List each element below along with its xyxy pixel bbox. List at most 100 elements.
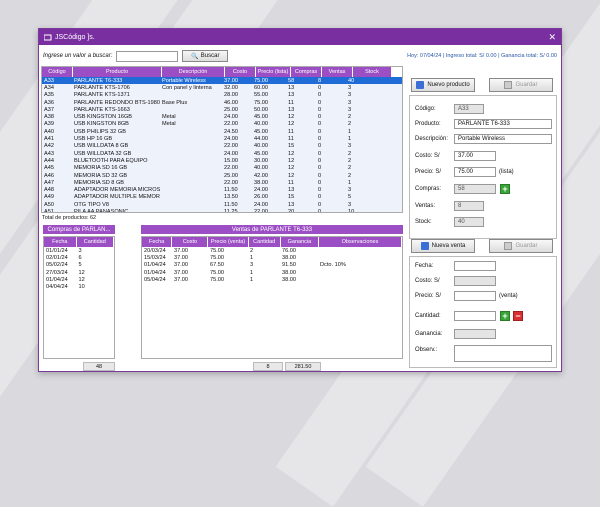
table-row[interactable]: A42 USB WILLDATA 8 GB 22.00 40.00 15 0 3 — [42, 143, 402, 150]
table-row[interactable]: A41 USB HP 16 GB 24.00 44.00 11 0 1 — [42, 135, 402, 142]
sales-table[interactable]: Fecha Costo Precio (venta) Cantidad Ganancia… — [141, 236, 403, 359]
table-cell: A40 — [44, 128, 54, 135]
table-row[interactable]: A46 MEMORIA SD 32 GB 25.00 42.00 12 0 2 — [42, 172, 402, 179]
table-row[interactable]: A36 PARLANTE REDONDO BTS-1980 Base Plus 46.… — [42, 99, 402, 106]
table-cell: 1 — [348, 136, 352, 143]
table-row[interactable]: 05/02/24 5 — [44, 262, 114, 269]
qty-decrease-button[interactable]: − — [513, 311, 523, 321]
column-header[interactable]: Observaciones — [318, 237, 402, 247]
table-cell: A34 — [44, 84, 54, 91]
search-input[interactable] — [116, 50, 179, 62]
table-cell: 0 — [318, 179, 322, 186]
table-row[interactable]: A33 PARLANTE T6-333 Portable Wireless 37.00… — [42, 77, 402, 85]
table-row[interactable]: 15/03/24 37.00 75.00 1 38.00 — [142, 254, 402, 261]
table-row[interactable]: 01/04/24 37.00 75.00 1 38.00 — [142, 269, 402, 276]
sale-qty-field[interactable] — [454, 311, 496, 321]
description-field[interactable]: Portable Wireless — [454, 134, 552, 144]
column-header[interactable]: Costo — [225, 67, 255, 77]
table-cell: 0 — [318, 136, 322, 143]
search-bar: Ingrese un valor a buscar: 🔍 Buscar Hoy:… — [43, 49, 557, 63]
table-cell: 6 — [78, 254, 82, 261]
purchases-label: Compras: — [415, 186, 442, 192]
price-field[interactable]: 75.00 — [454, 167, 496, 177]
table-row[interactable]: 04/04/24 10 — [44, 283, 114, 290]
column-header[interactable]: Producto — [73, 67, 161, 77]
column-header[interactable]: Compras — [291, 67, 321, 77]
table-row[interactable]: A51 PILA AA PANASONIC 11.25 22.00 20 0 10 — [42, 208, 402, 213]
column-header[interactable]: Precio (venta) — [208, 237, 248, 247]
table-row[interactable]: A45 MEMORIA SD 16 GB 22.00 40.00 12 0 2 — [42, 165, 402, 172]
column-header[interactable]: Cantidad — [76, 237, 113, 247]
table-row[interactable]: A48 ADAPTADOR MEMORIA MICROS 11.50 24.00 13 0… — [42, 186, 402, 193]
sale-obs-field[interactable] — [454, 345, 552, 362]
new-product-button[interactable]: Nuevo producto — [411, 78, 475, 92]
cost-field[interactable]: 37.00 — [454, 151, 496, 161]
table-row[interactable]: 01/04/24 37.00 67.50 3 91.50 Dcto. 10% — [142, 262, 402, 269]
table-row[interactable]: 27/03/24 12 — [44, 269, 114, 276]
purchases-table[interactable]: Fecha Cantidad 01/01/24 3 02/01/24 6 05/02/24… — [43, 236, 115, 359]
table-cell: 1 — [250, 269, 254, 276]
table-cell: 11 — [288, 179, 294, 186]
column-header[interactable]: Código — [42, 67, 72, 77]
table-cell: 91.50 — [282, 262, 296, 269]
table-row[interactable]: 05/04/24 37.00 75.00 1 38.00 — [142, 276, 402, 283]
table-cell: 2 — [348, 157, 352, 164]
table-cell: A51 — [44, 208, 54, 213]
product-name-field[interactable]: PARLANTE T6-333 — [454, 119, 552, 129]
table-row[interactable]: A50 OTG TIPO V8 11.50 24.00 13 0 3 — [42, 201, 402, 208]
table-cell: 1 — [250, 276, 254, 283]
column-header[interactable]: Ventas — [322, 67, 352, 77]
table-row[interactable]: 20/03/24 37.00 75.00 2 76.00 — [142, 247, 402, 254]
table-cell: 0 — [318, 84, 322, 91]
table-row[interactable]: A38 USB KINGSTON 16GB Metal 24.00 45.00 12 0 2 — [42, 113, 402, 120]
table-cell: 60.00 — [254, 84, 268, 91]
table-row[interactable]: A49 ADAPTADOR MULTIPLE MEMORI 13.50 26.00 15… — [42, 194, 402, 201]
column-header[interactable]: Costo — [172, 237, 208, 247]
save-sale-label: Guardar — [515, 243, 538, 249]
save-sale-button[interactable]: Guardar — [489, 239, 553, 253]
close-icon[interactable]: ✕ — [548, 32, 556, 43]
sale-date-field[interactable] — [454, 261, 496, 271]
table-row[interactable]: A47 MEMORIA SD 8 GB 22.00 38.00 11 0 1 — [42, 179, 402, 186]
column-header[interactable]: Ganancia — [280, 237, 318, 247]
search-button[interactable]: 🔍 Buscar — [182, 50, 229, 62]
table-row[interactable]: A40 USB PHILIPS 32 GB 24.50 45.00 11 0 1 — [42, 128, 402, 135]
column-header[interactable]: Precio (lista) — [256, 67, 290, 77]
table-row[interactable]: 02/01/24 6 — [44, 254, 114, 261]
new-sale-icon — [420, 242, 429, 250]
table-cell: Metal — [162, 114, 176, 121]
column-header[interactable]: Fecha — [44, 237, 76, 247]
save-product-button[interactable]: Guardar — [489, 78, 553, 92]
table-cell: 3 — [348, 99, 352, 106]
table-cell: 50.00 — [254, 106, 268, 113]
app-icon — [44, 34, 52, 41]
table-cell: 12 — [288, 121, 295, 128]
new-sale-button[interactable]: Nueva venta — [411, 239, 475, 253]
sales-qty-sum: 8 — [253, 362, 283, 371]
table-row[interactable]: A39 USB KINGSTON 8GB Metal 22.00 40.00 12 0 2 — [42, 121, 402, 128]
table-cell: 0 — [318, 165, 322, 172]
add-purchase-button[interactable]: + — [500, 184, 510, 194]
column-header[interactable]: Stock — [353, 67, 391, 77]
table-cell: 40.00 — [254, 143, 268, 150]
table-row[interactable]: A34 PARLANTE KTS-1706 Con panel y linterna… — [42, 84, 402, 91]
table-cell: 3 — [348, 143, 352, 150]
column-header[interactable]: Cantidad — [248, 237, 280, 247]
column-header[interactable]: Descripción — [162, 67, 224, 77]
table-row[interactable]: A35 PARLANTE KTS-1371 28.00 55.00 13 0 3 — [42, 92, 402, 99]
purchases-title: Compras de PARLAN... — [43, 225, 115, 234]
table-row[interactable]: 01/04/24 12 — [44, 276, 114, 283]
table-row[interactable]: A43 USB WILLDATA 32 GB 24.00 45.00 12 0 2 — [42, 150, 402, 157]
table-row[interactable]: A44 BLUETOOTH PARA EQUIPO 15.00 30.00 12 0 2 — [42, 157, 402, 164]
table-cell: 22.00 — [254, 208, 268, 213]
table-cell: 12 — [288, 165, 295, 172]
qty-increase-button[interactable]: + — [500, 311, 510, 321]
table-cell: 01/01/24 — [46, 247, 68, 254]
sale-price-field[interactable] — [454, 291, 496, 301]
column-header[interactable]: Fecha — [142, 237, 172, 247]
products-table[interactable]: Código Producto Descripción Costo Precio (li… — [41, 66, 403, 213]
table-row[interactable]: A37 PARLANTE KTS-1663 25.00 50.00 13 0 3 — [42, 106, 402, 113]
table-row[interactable]: 01/01/24 3 — [44, 247, 114, 254]
table-cell: 15.00 — [224, 157, 238, 164]
sales-title: Ventas de PARLANTE T6-333 — [141, 225, 403, 234]
